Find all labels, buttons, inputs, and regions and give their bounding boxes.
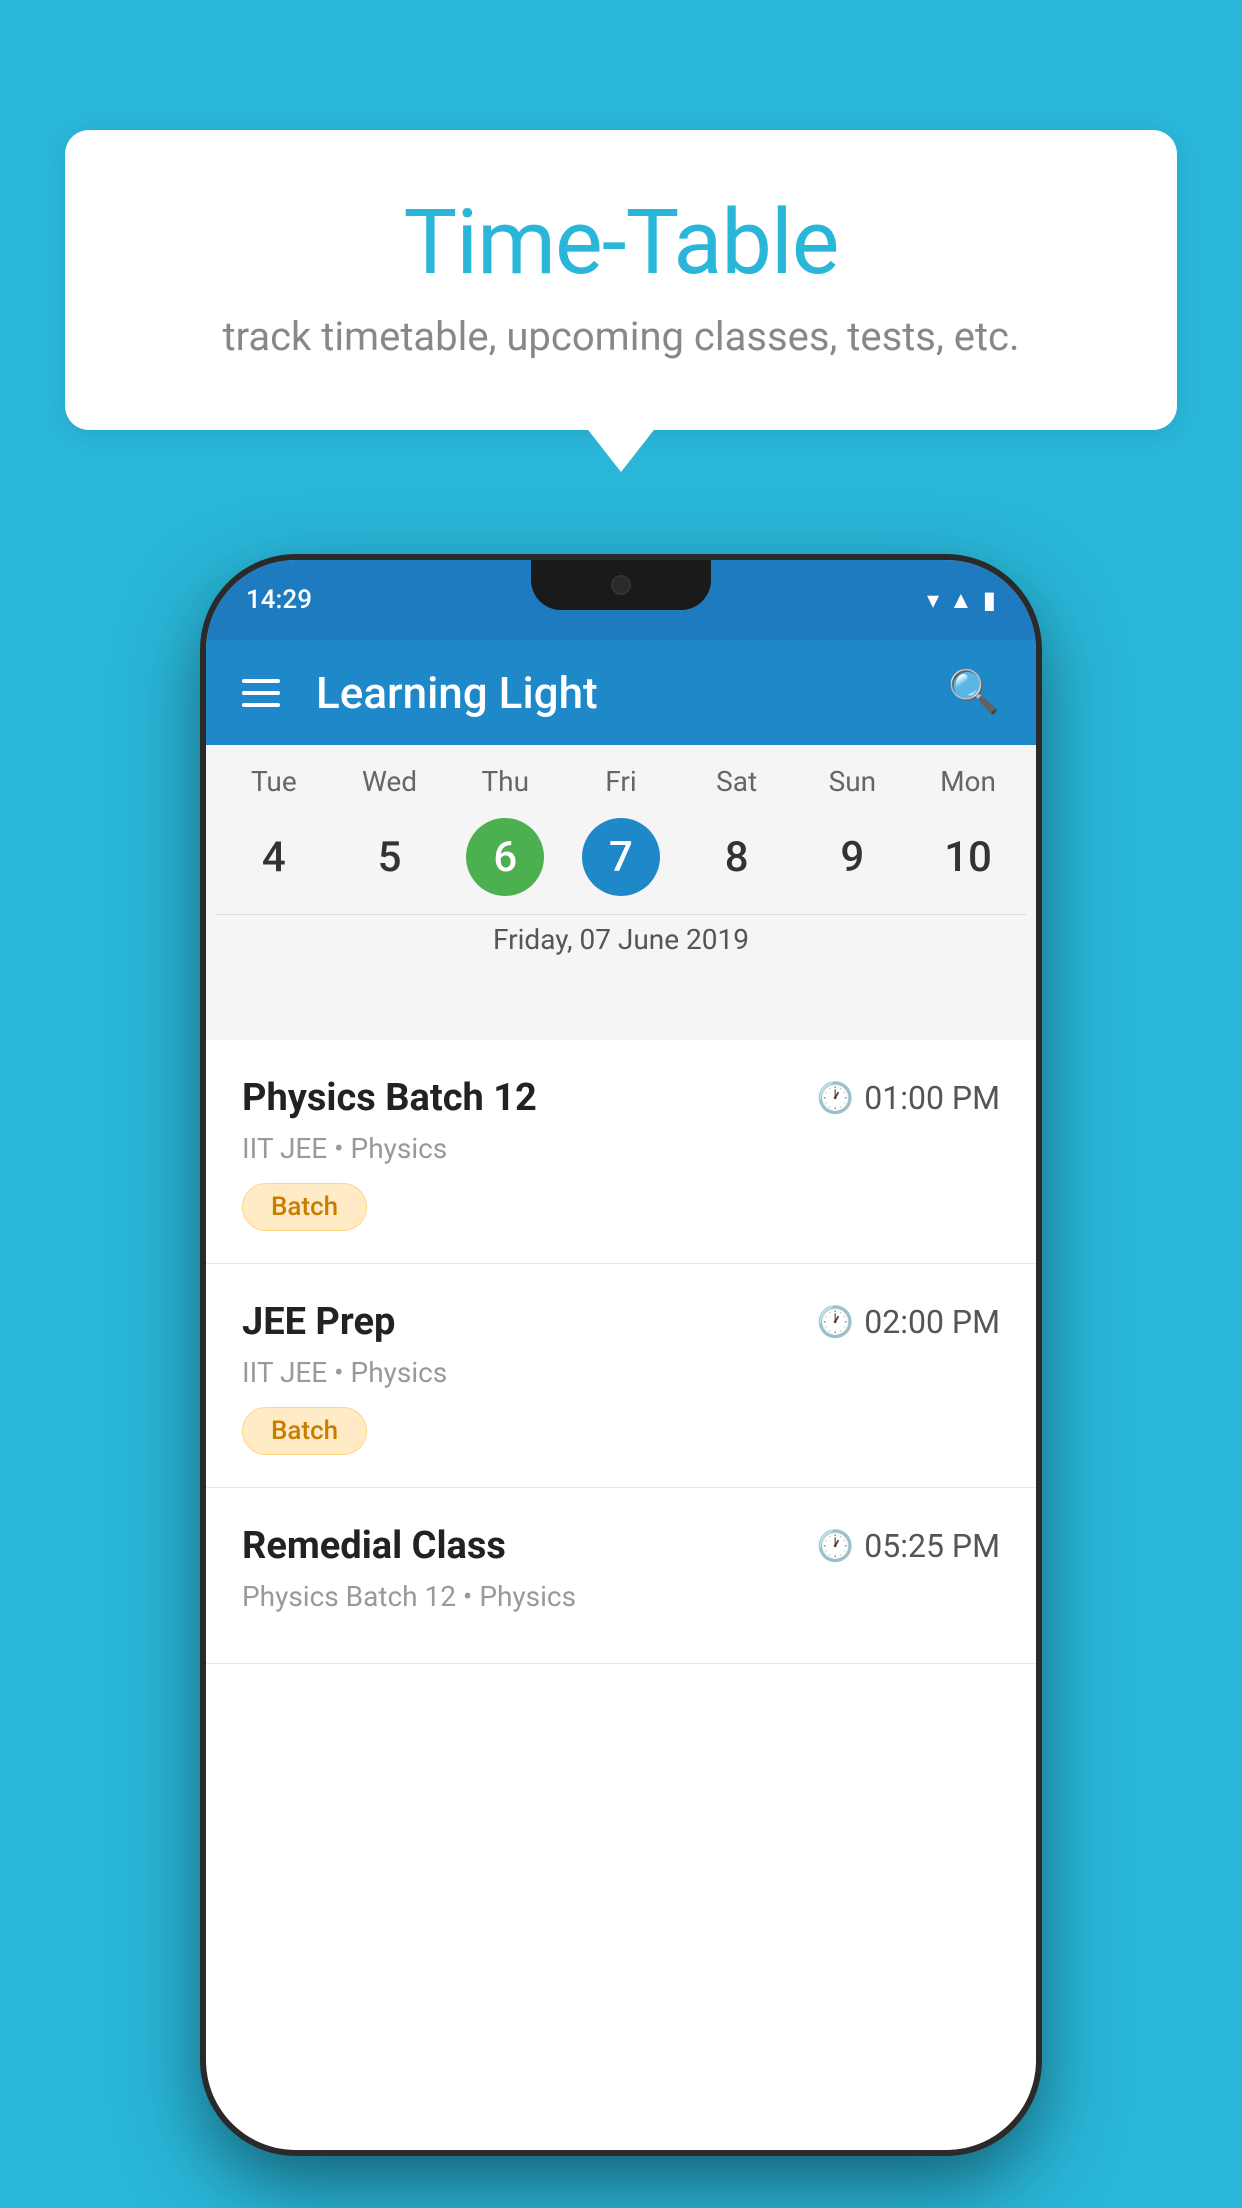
app-title: Learning Light — [316, 667, 948, 719]
clock-icon-3: 🕐 — [817, 1529, 854, 1564]
menu-line-2 — [242, 691, 280, 695]
schedule-title-3: Remedial Class — [242, 1524, 506, 1568]
calendar-strip: Tue Wed Thu Fri Sat Sun Mon 4 5 6 7 8 9 … — [206, 745, 1036, 974]
schedule-item-2[interactable]: JEE Prep 🕐 02:00 PM IIT JEE • Physics Ba… — [206, 1264, 1036, 1488]
date-10[interactable]: 10 — [929, 818, 1007, 896]
schedule-item-header-3: Remedial Class 🕐 05:25 PM — [242, 1524, 1000, 1568]
schedule-time-3: 🕐 05:25 PM — [817, 1527, 1000, 1565]
date-4[interactable]: 4 — [235, 818, 313, 896]
date-6-today[interactable]: 6 — [466, 818, 544, 896]
menu-button[interactable] — [242, 679, 280, 707]
date-7-selected[interactable]: 7 — [582, 818, 660, 896]
speech-bubble: Time-Table track timetable, upcoming cla… — [65, 130, 1177, 430]
menu-line-3 — [242, 703, 280, 707]
date-5[interactable]: 5 — [351, 818, 429, 896]
schedule-item-header-1: Physics Batch 12 🕐 01:00 PM — [242, 1076, 1000, 1120]
clock-icon-1: 🕐 — [817, 1081, 854, 1116]
notch — [531, 560, 711, 610]
app-bar: Learning Light 🔍 — [206, 640, 1036, 745]
schedule-item-3[interactable]: Remedial Class 🕐 05:25 PM Physics Batch … — [206, 1488, 1036, 1664]
day-wed: Wed — [340, 765, 440, 798]
bubble-subtitle: track timetable, upcoming classes, tests… — [145, 313, 1097, 360]
day-tue: Tue — [224, 765, 324, 798]
schedule-time-value-1: 01:00 PM — [864, 1079, 1000, 1117]
status-icons: ▾ ▲ ▮ — [927, 586, 996, 615]
schedule-meta-1: IIT JEE • Physics — [242, 1132, 1000, 1165]
day-headers: Tue Wed Thu Fri Sat Sun Mon — [216, 765, 1026, 808]
bubble-title: Time-Table — [145, 190, 1097, 295]
day-fri: Fri — [571, 765, 671, 798]
schedule-time-value-3: 05:25 PM — [864, 1527, 1000, 1565]
batch-badge-1: Batch — [242, 1183, 367, 1231]
day-sat: Sat — [687, 765, 787, 798]
schedule-time-2: 🕐 02:00 PM — [817, 1303, 1000, 1341]
phone-frame: 14:29 ▾ ▲ ▮ Learning Light 🔍 — [206, 560, 1036, 2150]
schedule-title-2: JEE Prep — [242, 1300, 395, 1344]
status-bar: 14:29 ▾ ▲ ▮ — [206, 560, 1036, 640]
selected-date-label: Friday, 07 June 2019 — [216, 914, 1026, 974]
wifi-icon: ▾ — [927, 586, 939, 614]
schedule-meta-2: IIT JEE • Physics — [242, 1356, 1000, 1389]
schedule-meta-3: Physics Batch 12 • Physics — [242, 1580, 1000, 1613]
phone-screen: 14:29 ▾ ▲ ▮ Learning Light 🔍 — [206, 560, 1036, 2150]
day-sun: Sun — [802, 765, 902, 798]
date-9[interactable]: 9 — [813, 818, 891, 896]
schedule-time-value-2: 02:00 PM — [864, 1303, 1000, 1341]
day-numbers: 4 5 6 7 8 9 10 — [216, 808, 1026, 914]
search-button[interactable]: 🔍 — [948, 668, 1000, 717]
date-8[interactable]: 8 — [698, 818, 776, 896]
schedule-item-header-2: JEE Prep 🕐 02:00 PM — [242, 1300, 1000, 1344]
battery-icon: ▮ — [983, 586, 996, 614]
phone-mockup: 14:29 ▾ ▲ ▮ Learning Light 🔍 — [206, 560, 1036, 2150]
intro-section: Time-Table track timetable, upcoming cla… — [65, 130, 1177, 430]
camera — [611, 575, 631, 595]
clock-icon-2: 🕐 — [817, 1305, 854, 1340]
batch-badge-2: Batch — [242, 1407, 367, 1455]
status-time: 14:29 — [246, 585, 312, 615]
day-mon: Mon — [918, 765, 1018, 798]
schedule-item-1[interactable]: Physics Batch 12 🕐 01:00 PM IIT JEE • Ph… — [206, 1040, 1036, 1264]
schedule-title-1: Physics Batch 12 — [242, 1076, 537, 1120]
schedule-list: Physics Batch 12 🕐 01:00 PM IIT JEE • Ph… — [206, 1040, 1036, 2150]
day-thu: Thu — [455, 765, 555, 798]
signal-icon: ▲ — [949, 586, 973, 615]
menu-line-1 — [242, 679, 280, 683]
schedule-time-1: 🕐 01:00 PM — [817, 1079, 1000, 1117]
